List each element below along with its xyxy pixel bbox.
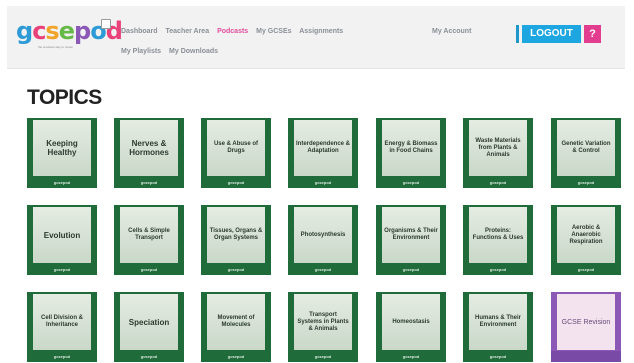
topic-tile[interactable]: Waste Materials from Plants & Animals gc…	[463, 118, 533, 188]
topics-grid: Keeping Healthy gcsepod Nerves & Hormone…	[0, 0, 634, 363]
topic-tile[interactable]: Proteins: Functions & Uses gcsepod	[463, 205, 533, 275]
topic-label: Evolution	[43, 230, 81, 240]
topic-tile[interactable]: Transport Systems in Plants & Animals gc…	[288, 292, 358, 362]
topic-footer: gcsepod	[402, 354, 420, 359]
topic-label: Interdependence & Adaptation	[296, 141, 351, 154]
topic-label: Proteins: Functions & Uses	[472, 228, 524, 241]
topic-footer: gcsepod	[577, 267, 595, 272]
topic-tile[interactable]: Tissues, Organs & Organ Systems gcsepod	[201, 205, 271, 275]
topic-tile[interactable]: Aerobic & Anaerobic Respiration gcsepod	[551, 205, 621, 275]
topic-tile[interactable]: Organisms & Their Environment gcsepod	[376, 205, 446, 275]
topic-footer: gcsepod	[489, 180, 507, 185]
topic-label: Speciation	[128, 317, 170, 327]
topic-label: Use & Abuse of Drugs	[213, 141, 259, 154]
topic-footer: gcsepod	[227, 267, 245, 272]
topic-footer: gcsepod	[314, 354, 332, 359]
topic-label: Movement of Molecules	[217, 315, 255, 328]
gcse-revision-tile[interactable]: GCSE Revision	[551, 292, 621, 362]
topic-label: Genetic Variation & Control	[561, 141, 611, 154]
topic-footer: gcsepod	[53, 180, 71, 185]
topic-footer: gcsepod	[402, 267, 420, 272]
topic-label: Energy & Biomass in Food Chains	[384, 141, 438, 154]
topic-label: Photosynthesis	[300, 231, 346, 238]
topic-label: Aerobic & Anaerobic Respiration	[569, 224, 603, 245]
topic-tile[interactable]: Nerves & Hormones gcsepod	[114, 118, 184, 188]
topic-footer: gcsepod	[227, 354, 245, 359]
topic-footer: gcsepod	[227, 180, 245, 185]
topic-label: Keeping Healthy	[46, 139, 78, 157]
topic-tile[interactable]: Interdependence & Adaptation gcsepod	[288, 118, 358, 188]
topic-tile[interactable]: Cells & Simple Transport gcsepod	[114, 205, 184, 275]
topic-tile[interactable]: Humans & Their Environment gcsepod	[463, 292, 533, 362]
topic-footer: gcsepod	[140, 267, 158, 272]
topic-tile[interactable]: Photosynthesis gcsepod	[288, 205, 358, 275]
topic-footer: gcsepod	[402, 180, 420, 185]
topic-tile[interactable]: Genetic Variation & Control gcsepod	[551, 118, 621, 188]
topic-label: Homeostasis	[392, 318, 430, 325]
topic-label: Humans & Their Environment	[474, 315, 521, 328]
topic-tile[interactable]: Evolution gcsepod	[27, 205, 97, 275]
topic-tile[interactable]: Use & Abuse of Drugs gcsepod	[201, 118, 271, 188]
topic-footer: gcsepod	[489, 354, 507, 359]
topic-footer: gcsepod	[314, 267, 332, 272]
topic-footer: gcsepod	[489, 267, 507, 272]
topic-footer	[551, 351, 621, 362]
topic-label: Tissues, Organs & Organ Systems	[209, 228, 263, 241]
topic-tile[interactable]: Cell Division & Inheritance gcsepod	[27, 292, 97, 362]
topic-label: GCSE Revision	[561, 318, 611, 326]
topic-footer: gcsepod	[577, 180, 595, 185]
topic-footer: gcsepod	[314, 180, 332, 185]
topic-tile[interactable]: Keeping Healthy gcsepod	[27, 118, 97, 188]
topic-label: Cell Division & Inheritance	[40, 315, 83, 328]
topic-label: Waste Materials from Plants & Animals	[475, 137, 521, 158]
topic-tile[interactable]: Homeostasis gcsepod	[376, 292, 446, 362]
topic-label: Nerves & Hormones	[129, 139, 169, 157]
topic-tile[interactable]: Energy & Biomass in Food Chains gcsepod	[376, 118, 446, 188]
topic-tile[interactable]: Movement of Molecules gcsepod	[201, 292, 271, 362]
topic-footer: gcsepod	[140, 354, 158, 359]
topic-tile[interactable]: Speciation gcsepod	[114, 292, 184, 362]
topic-footer: gcsepod	[53, 354, 71, 359]
topic-label: Organisms & Their Environment	[384, 228, 438, 241]
topic-footer: gcsepod	[140, 180, 158, 185]
topic-label: Transport Systems in Plants & Animals	[297, 311, 349, 332]
topic-footer: gcsepod	[53, 267, 71, 272]
topic-label: Cells & Simple Transport	[128, 228, 170, 241]
